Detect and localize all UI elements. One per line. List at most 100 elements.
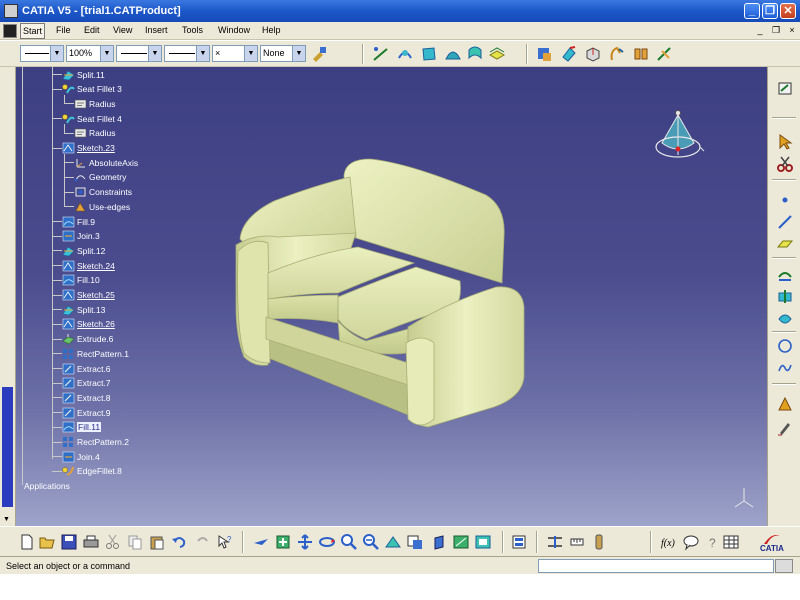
tree-node[interactable]: Fill.10 bbox=[62, 274, 100, 287]
doc-restore-button[interactable]: ❐ bbox=[770, 25, 782, 37]
transparency-combo[interactable]: 100% ▼ bbox=[66, 45, 114, 62]
compass-widget[interactable] bbox=[652, 107, 708, 173]
new-file-icon[interactable] bbox=[18, 533, 36, 551]
menu-window[interactable]: Window bbox=[218, 25, 250, 35]
restore-button[interactable]: ❐ bbox=[762, 3, 778, 19]
print-icon[interactable] bbox=[82, 533, 100, 551]
fly-mode-icon[interactable] bbox=[252, 533, 270, 551]
extract-tool-icon[interactable] bbox=[560, 45, 578, 63]
tree-node[interactable]: Geometry bbox=[74, 171, 126, 184]
menu-tools[interactable]: Tools bbox=[182, 25, 203, 35]
tree-node[interactable]: Radius bbox=[74, 127, 115, 140]
circle-icon[interactable] bbox=[776, 337, 794, 355]
command-input[interactable] bbox=[538, 559, 774, 573]
tree-node[interactable]: Extrude.6 bbox=[62, 333, 113, 346]
tree-node[interactable]: Sketch.24 bbox=[62, 259, 115, 272]
comment-icon[interactable] bbox=[682, 533, 700, 551]
line-icon[interactable] bbox=[776, 213, 794, 231]
tree-node[interactable]: AbsoluteAxis bbox=[74, 156, 138, 169]
tree-node[interactable]: Extract.9 bbox=[62, 406, 111, 419]
copy-icon[interactable] bbox=[126, 533, 144, 551]
pen-icon[interactable] bbox=[776, 419, 794, 437]
isometric-view-icon[interactable] bbox=[430, 533, 448, 551]
spline-icon[interactable] bbox=[776, 359, 794, 377]
tree-node[interactable]: Sketch.23 bbox=[62, 142, 115, 155]
fill-color-combo[interactable]: ▼ bbox=[20, 45, 64, 62]
plane-icon[interactable] bbox=[776, 235, 794, 253]
fit-all-icon[interactable] bbox=[274, 533, 292, 551]
vertical-scrollbar[interactable]: ▼ bbox=[0, 67, 16, 526]
catia-app-icon[interactable] bbox=[4, 4, 18, 18]
tree-node[interactable]: Radius bbox=[74, 97, 115, 110]
chevron-down-icon[interactable]: ▼ bbox=[50, 46, 63, 61]
tree-node[interactable]: Constraints bbox=[74, 186, 132, 199]
redo-icon[interactable] bbox=[194, 533, 212, 551]
zoom-out-icon[interactable] bbox=[362, 533, 380, 551]
line-thickness-combo[interactable]: ▼ bbox=[116, 45, 162, 62]
measure-item-icon[interactable] bbox=[568, 533, 586, 551]
tree-node[interactable]: RectPattern.2 bbox=[62, 436, 129, 449]
tree-node[interactable]: Split.13 bbox=[62, 303, 105, 316]
rotate-icon[interactable] bbox=[318, 533, 336, 551]
measure-between-icon[interactable] bbox=[546, 533, 564, 551]
offset-icon[interactable] bbox=[488, 45, 506, 63]
multi-view-icon[interactable] bbox=[406, 533, 424, 551]
title-bar[interactable]: CATIA V5 - [trial1.CATProduct] _ ❐ ✕ bbox=[0, 0, 800, 22]
tree-node[interactable]: Extract.8 bbox=[62, 391, 111, 404]
extrude-tool-icon[interactable] bbox=[584, 45, 602, 63]
normal-view-icon[interactable] bbox=[384, 533, 402, 551]
knowledge-icon[interactable] bbox=[776, 395, 794, 413]
menu-file[interactable]: File bbox=[56, 25, 71, 35]
tree-node[interactable]: Split.12 bbox=[62, 244, 105, 257]
tree-node[interactable]: Join.4 bbox=[62, 450, 100, 463]
point-symbol-combo[interactable]: × ▼ bbox=[212, 45, 258, 62]
projection-icon[interactable] bbox=[776, 265, 794, 283]
formula-icon[interactable]: f(x) bbox=[660, 533, 678, 551]
cut-icon[interactable] bbox=[104, 533, 122, 551]
intersection-icon[interactable] bbox=[776, 287, 794, 305]
command-button[interactable] bbox=[775, 559, 793, 573]
doc-close-button[interactable]: × bbox=[786, 25, 798, 37]
tree-node[interactable]: Split.11 bbox=[62, 68, 105, 81]
3d-viewport[interactable]: Split.11 Seat Fillet 3 Radius Seat Fillet 4… bbox=[16, 67, 767, 526]
layer-combo[interactable]: None ▼ bbox=[260, 45, 306, 62]
undo-icon[interactable] bbox=[170, 533, 188, 551]
revolve-icon[interactable] bbox=[608, 45, 626, 63]
zoom-in-icon[interactable] bbox=[340, 533, 358, 551]
save-icon[interactable] bbox=[60, 533, 78, 551]
multi-section-icon[interactable] bbox=[466, 45, 484, 63]
scrollbar-thumb[interactable] bbox=[2, 387, 13, 507]
tree-node[interactable]: Join.3 bbox=[62, 230, 100, 243]
tree-node[interactable]: Fill.11 bbox=[62, 421, 102, 434]
tree-node-applications[interactable]: Applications bbox=[24, 481, 70, 491]
tree-node[interactable]: Extract.7 bbox=[62, 377, 111, 390]
open-folder-icon[interactable] bbox=[38, 533, 56, 551]
close-button[interactable]: ✕ bbox=[780, 3, 796, 19]
menu-help[interactable]: Help bbox=[262, 25, 281, 35]
chevron-down-icon[interactable]: ▼ bbox=[292, 46, 305, 61]
scroll-down-icon[interactable]: ▼ bbox=[3, 516, 10, 523]
paste-icon[interactable] bbox=[148, 533, 166, 551]
mass-properties-icon[interactable] bbox=[590, 533, 608, 551]
menu-edit[interactable]: Edit bbox=[84, 25, 100, 35]
hide-show-icon[interactable] bbox=[474, 533, 492, 551]
line-type-combo[interactable]: ▼ bbox=[164, 45, 210, 62]
select-arrow-icon[interactable] bbox=[776, 133, 794, 151]
tree-node[interactable]: Seat Fillet 3 bbox=[62, 83, 122, 96]
tree-node[interactable]: Fill.9 bbox=[62, 215, 95, 228]
scissors-icon[interactable] bbox=[776, 155, 794, 173]
measure-icon[interactable] bbox=[656, 45, 674, 63]
menu-start[interactable]: Start bbox=[20, 23, 46, 39]
whats-this-icon[interactable]: ? bbox=[216, 533, 234, 551]
tree-node[interactable]: Sketch.25 bbox=[62, 289, 115, 302]
parallel-curve-icon[interactable] bbox=[776, 309, 794, 327]
sketcher-icon[interactable] bbox=[776, 79, 794, 97]
minimize-button[interactable]: _ bbox=[744, 3, 760, 19]
fill-surface-icon[interactable] bbox=[420, 45, 438, 63]
chevron-down-icon[interactable]: ▼ bbox=[244, 46, 257, 61]
sweep-icon[interactable] bbox=[396, 45, 414, 63]
doc-minimize-button[interactable]: _ bbox=[754, 25, 766, 37]
tree-node[interactable]: Extract.6 bbox=[62, 362, 111, 375]
tree-node[interactable]: Use-edges bbox=[74, 200, 130, 213]
painter-icon[interactable] bbox=[310, 45, 328, 63]
